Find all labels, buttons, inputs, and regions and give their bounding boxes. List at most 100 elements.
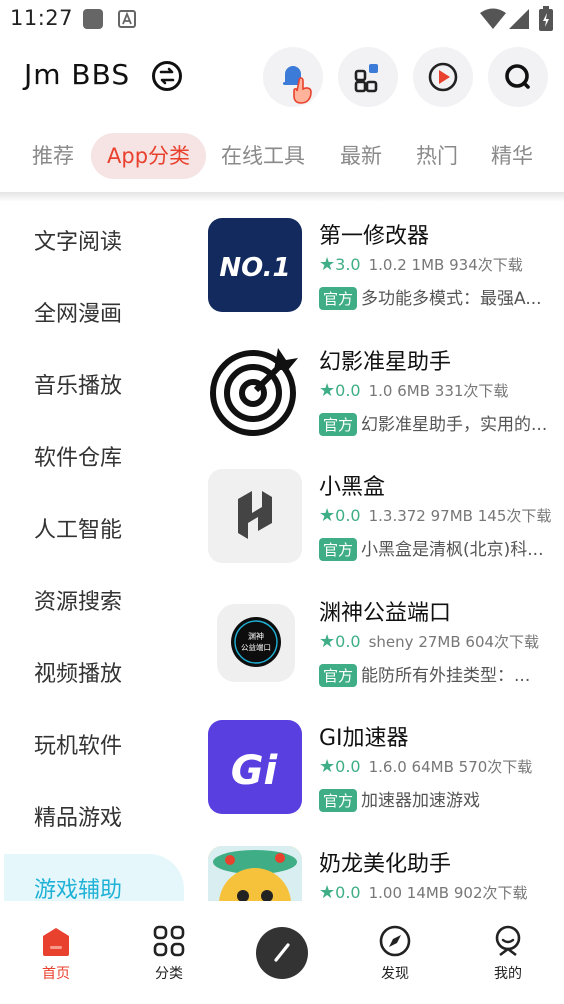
- app-meta: ★0.0 1.3.372 97MB 145次下载: [319, 505, 551, 526]
- app-icon-crosshair: [208, 344, 302, 438]
- app-meta: ★3.0 1.0.2 1MB 934次下载: [319, 254, 523, 275]
- app-size: 97MB: [430, 507, 473, 525]
- app-description: 官方 幻影准星助手，实用的...: [319, 410, 564, 436]
- notification-square-icon: [83, 9, 103, 29]
- yuanshen-logo-text-2: 公益端口: [241, 642, 271, 652]
- category-item[interactable]: 人工智能: [34, 512, 122, 544]
- app-name: 第一修改器: [319, 224, 430, 249]
- star-icon: ★: [319, 882, 336, 901]
- apps-button[interactable]: [338, 47, 398, 107]
- app-desc-text: 能防所有外挂类型：...: [361, 666, 531, 686]
- tab-app-category[interactable]: App分类: [91, 133, 207, 179]
- home-icon: [43, 928, 69, 956]
- video-button[interactable]: [413, 47, 473, 107]
- category-item-active[interactable]: 游戏辅助: [34, 872, 122, 901]
- app-downloads: 604次下载: [465, 633, 540, 651]
- app-name: 小黑盒: [319, 475, 386, 500]
- app-size: 14MB: [406, 884, 450, 901]
- battery-icon: [539, 6, 553, 31]
- app-meta: ★0.0 1.0 6MB 331次下载: [319, 380, 508, 401]
- official-badge: 官方: [319, 664, 358, 687]
- app-rating: 0.0: [335, 883, 361, 901]
- title-logo-icon: [152, 61, 182, 91]
- app-size: 6MB: [397, 382, 431, 400]
- star-icon: ★: [319, 505, 336, 526]
- apps-icon: [354, 64, 378, 93]
- app-description: 官方 多功能多模式：最强A...: [319, 284, 564, 310]
- app-rating: 0.0: [335, 381, 361, 400]
- nav-profile[interactable]: 我的: [463, 902, 553, 1004]
- pencil-icon: [274, 943, 290, 962]
- app-desc-text: 小黑盒是清枫(北京)科...: [361, 540, 544, 560]
- app-version: 1.3.372: [368, 507, 426, 525]
- category-item[interactable]: 玩机软件: [34, 728, 122, 760]
- app-rating: 3.0: [335, 255, 361, 274]
- app-name: GI加速器: [319, 726, 409, 751]
- signal-icon: [509, 9, 529, 29]
- app-rating: 0.0: [335, 506, 361, 525]
- app-version: 1.0.2: [368, 256, 407, 274]
- search-icon: [505, 64, 530, 89]
- nav-discover-label: 发现: [381, 966, 409, 982]
- wifi-icon: [480, 8, 506, 29]
- app-item[interactable]: 奶龙美化助手 ★0.0 1.00 14MB 902次下载: [190, 846, 564, 901]
- category-item[interactable]: 软件仓库: [34, 440, 122, 472]
- tab-recommend[interactable]: 推荐: [32, 133, 74, 179]
- app-item[interactable]: 渊神 公益端口 渊神公益端口 ★0.0 sheny 27MB 604次下载 官方能…: [190, 595, 564, 715]
- tab-featured[interactable]: 精华: [491, 133, 533, 179]
- app-rating: 0.0: [335, 632, 361, 651]
- nav-home-label: 首页: [42, 966, 70, 982]
- app-icon-yuanshen: 渊神 公益端口: [208, 595, 302, 689]
- no1-logo-text: NO.1: [219, 253, 290, 283]
- app-icon-no1: NO.1: [208, 218, 302, 312]
- tab-latest[interactable]: 最新: [340, 133, 382, 179]
- category-tabs: 推荐 App分类 在线工具 最新 热门 精华: [0, 128, 564, 186]
- nav-category[interactable]: 分类: [124, 902, 214, 1004]
- keyboard-a-icon: [118, 10, 136, 28]
- category-item[interactable]: 精品游戏: [34, 800, 122, 832]
- status-bar: 11:27: [0, 0, 564, 38]
- yuanshen-logo-text-1: 渊神: [248, 631, 264, 641]
- app-meta: ★0.0 1.00 14MB 902次下载: [319, 882, 528, 901]
- app-item[interactable]: Gi GI加速器 ★0.0 1.6.0 64MB 570次下载 官方 加速器加速游戏: [190, 720, 564, 840]
- nav-profile-label: 我的: [494, 966, 522, 982]
- app-downloads: 902次下载: [453, 884, 528, 901]
- tab-online-tools[interactable]: 在线工具: [221, 133, 305, 179]
- category-item[interactable]: 文字阅读: [34, 224, 122, 256]
- app-item[interactable]: NO.1 第一修改器 ★3.0 1.0.2 1MB 934次下载 官方 多功能多模式…: [190, 218, 564, 338]
- notifications-button[interactable]: [263, 47, 323, 107]
- app-version: sheny: [368, 633, 414, 651]
- category-item[interactable]: 资源搜索: [34, 584, 122, 616]
- app-icon-nailong: [208, 846, 302, 901]
- official-badge: 官方: [319, 287, 358, 310]
- app-item[interactable]: 小黑盒 ★0.0 1.3.372 97MB 145次下载 官方 小黑盒是清枫(北京)…: [190, 469, 564, 589]
- app-name: 奶龙美化助手: [319, 852, 452, 877]
- official-badge: 官方: [319, 789, 358, 812]
- compose-button[interactable]: [256, 927, 308, 979]
- profile-icon: [495, 925, 521, 957]
- search-button[interactable]: [488, 47, 548, 107]
- nav-home[interactable]: 首页: [11, 902, 101, 1004]
- app-description: 官方 能防所有外挂类型：...: [319, 661, 564, 687]
- category-sidebar: 文字阅读 全网漫画 音乐播放 软件仓库 人工智能 资源搜索 视频播放 玩机软件 …: [0, 200, 190, 901]
- app-item[interactable]: 幻影准星助手 ★0.0 1.0 6MB 331次下载 官方 幻影准星助手，实用的..…: [190, 344, 564, 464]
- tab-hot[interactable]: 热门: [416, 133, 458, 179]
- nav-discover[interactable]: 发现: [350, 902, 440, 1004]
- bell-icon: [283, 66, 312, 104]
- app-version: 1.00: [368, 884, 402, 901]
- category-item[interactable]: 全网漫画: [34, 296, 122, 328]
- app-desc-text: 多功能多模式：最强A...: [361, 289, 542, 309]
- nailong-character-icon: [208, 846, 302, 901]
- yuanshen-logo-icon: 渊神 公益端口: [217, 604, 295, 682]
- app-name: 幻影准星助手: [319, 350, 452, 375]
- no1-logo-icon: NO.1: [219, 253, 290, 283]
- category-item[interactable]: 音乐播放: [34, 368, 122, 400]
- gi-logo-icon: Gi: [231, 748, 279, 794]
- app-icon-heybox: [208, 469, 302, 563]
- app-list: NO.1 第一修改器 ★3.0 1.0.2 1MB 934次下载 官方 多功能多模式…: [190, 200, 564, 901]
- category-item[interactable]: 视频播放: [34, 656, 122, 688]
- target-arrow-icon: [210, 348, 298, 436]
- app-size: 1MB: [411, 256, 445, 274]
- star-icon: ★: [319, 380, 336, 401]
- app-downloads: 331次下载: [434, 382, 509, 400]
